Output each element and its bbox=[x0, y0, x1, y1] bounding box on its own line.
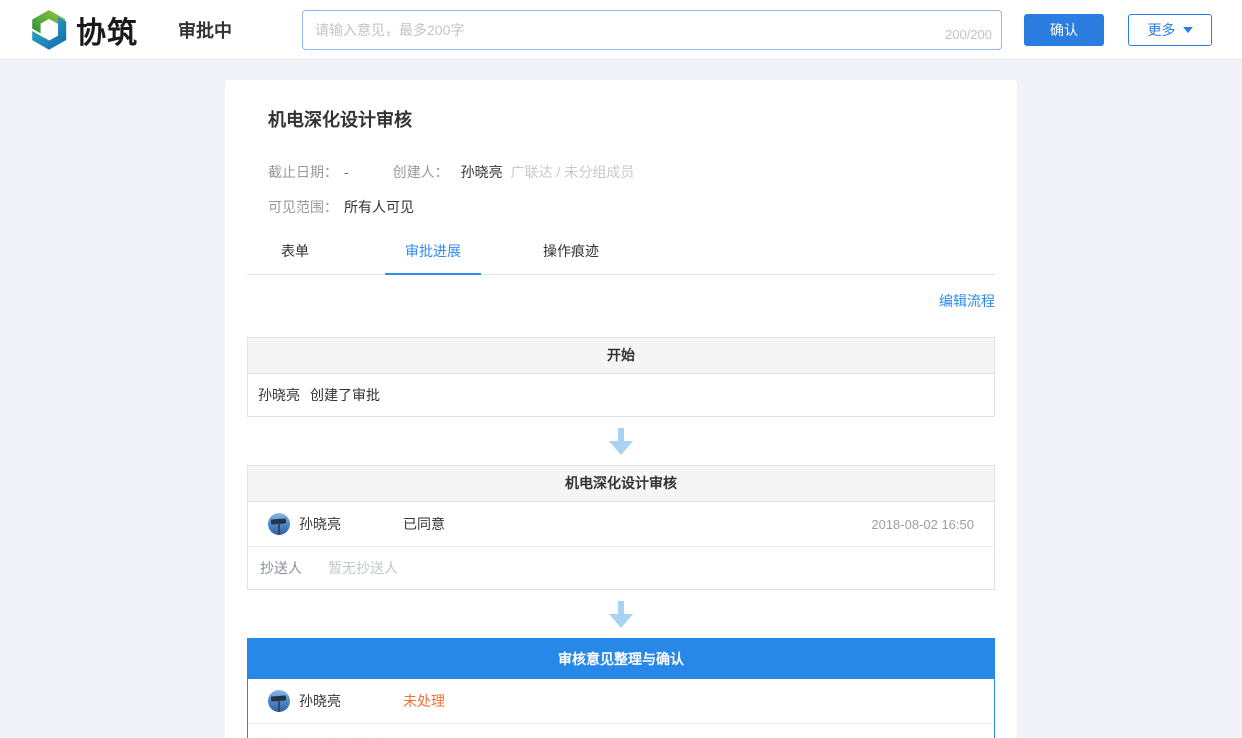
tab-operation-trace[interactable]: 操作痕迹 bbox=[523, 241, 619, 274]
app-logo: 协筑 bbox=[28, 8, 138, 52]
approver-avatar bbox=[268, 690, 290, 712]
creator-name: 孙晓亮 bbox=[461, 162, 503, 182]
review-approval-time: 2018-08-02 16:50 bbox=[871, 517, 974, 532]
flow-block-start-body: 孙晓亮 创建了审批 bbox=[248, 374, 994, 416]
confirm-button[interactable]: 确认 bbox=[1024, 14, 1104, 46]
approver-avatar bbox=[268, 513, 290, 535]
cc-label: 抄送人 bbox=[260, 558, 302, 578]
more-button[interactable]: 更多 bbox=[1128, 14, 1212, 46]
arrow-down-icon bbox=[609, 601, 633, 628]
confirm-approver-row: 孙晓亮 未处理 bbox=[248, 679, 994, 724]
logo-hexagon-icon bbox=[28, 9, 70, 51]
flow-block-review: 机电深化设计审核 孙晓亮 已同意 2018-08-02 16:50 抄送人 暂无… bbox=[247, 465, 995, 590]
creator-group: 广联达 / 未分组成员 bbox=[511, 162, 635, 182]
approval-title: 机电深化设计审核 bbox=[268, 106, 995, 132]
meta-row-visibility: 可见范围： 所有人可见 bbox=[268, 197, 995, 217]
flow-arrow-2 bbox=[247, 590, 995, 638]
confirm-approver-status: 未处理 bbox=[403, 691, 445, 711]
confirm-approver-name: 孙晓亮 bbox=[299, 691, 341, 711]
comment-input[interactable] bbox=[302, 10, 1002, 50]
visibility-value: 所有人可见 bbox=[344, 197, 414, 217]
deadline-value: - bbox=[344, 164, 349, 180]
arrow-down-icon bbox=[609, 428, 633, 455]
approval-card: 机电深化设计审核 截止日期： - 创建人： 孙晓亮 广联达 / 未分组成员 可见… bbox=[225, 80, 1017, 738]
flow-block-start: 开始 孙晓亮 创建了审批 bbox=[247, 337, 995, 417]
tab-approval-progress[interactable]: 审批进展 bbox=[385, 241, 481, 274]
chevron-down-icon bbox=[1183, 27, 1193, 33]
review-approver-row: 孙晓亮 已同意 2018-08-02 16:50 bbox=[248, 502, 994, 547]
confirm-cc-row: 抄送人 暂无抄送人 bbox=[248, 724, 994, 738]
review-approver-name: 孙晓亮 bbox=[299, 514, 341, 534]
top-bar: 协筑 审批中 200/200 确认 更多 bbox=[0, 0, 1242, 60]
flow-block-review-title: 机电深化设计审核 bbox=[248, 466, 994, 502]
detail-tabs: 表单 审批进展 操作痕迹 bbox=[247, 241, 995, 275]
page-status-title: 审批中 bbox=[178, 17, 232, 43]
visibility-label: 可见范围： bbox=[268, 197, 338, 217]
start-action-text: 创建了审批 bbox=[310, 385, 380, 405]
flow-block-confirm: 审核意见整理与确认 孙晓亮 未处理 抄送人 暂无抄送人 bbox=[247, 638, 995, 738]
more-button-label: 更多 bbox=[1148, 20, 1176, 40]
edit-flow-link[interactable]: 编辑流程 bbox=[939, 293, 995, 309]
tab-form[interactable]: 表单 bbox=[247, 241, 343, 274]
review-cc-row: 抄送人 暂无抄送人 bbox=[248, 547, 994, 589]
comment-input-wrap: 200/200 bbox=[302, 10, 1002, 50]
creator-label: 创建人： bbox=[393, 162, 449, 182]
meta-row-deadline-creator: 截止日期： - 创建人： 孙晓亮 广联达 / 未分组成员 bbox=[268, 162, 995, 182]
flow-block-confirm-title: 审核意见整理与确认 bbox=[248, 639, 994, 679]
logo-text: 协筑 bbox=[76, 8, 138, 52]
deadline-label: 截止日期： bbox=[268, 162, 338, 182]
flow-block-start-title: 开始 bbox=[248, 338, 994, 374]
review-approver-status: 已同意 bbox=[403, 514, 445, 534]
cc-empty-text: 暂无抄送人 bbox=[328, 558, 398, 578]
char-counter: 200/200 bbox=[945, 27, 992, 42]
flow-arrow-1 bbox=[247, 417, 995, 465]
edit-flow-row: 编辑流程 bbox=[247, 291, 995, 311]
start-actor-name: 孙晓亮 bbox=[258, 385, 300, 405]
